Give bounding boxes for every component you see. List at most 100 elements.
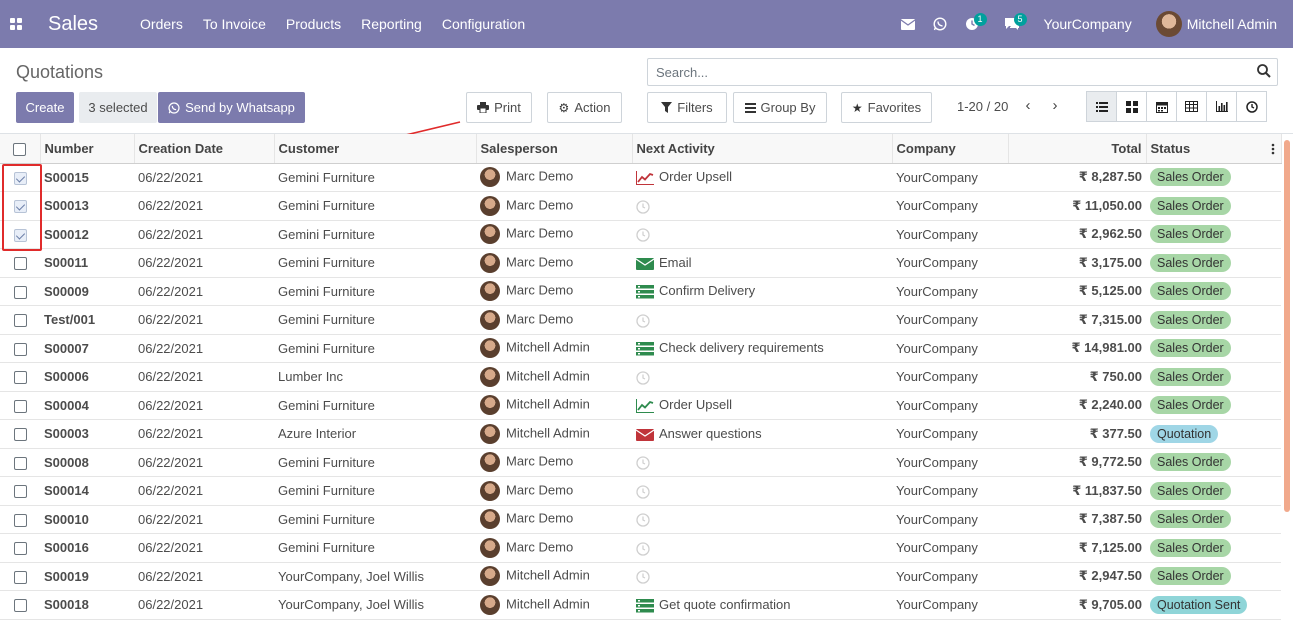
select-all-checkbox[interactable]	[13, 142, 27, 156]
clock-icon[interactable]	[636, 228, 650, 242]
row-checkbox[interactable]	[13, 399, 27, 413]
table-row[interactable]: S00013 06/22/2021 Gemini Furniture Marc Dem…	[0, 191, 1281, 221]
cell-next-activity[interactable]: Order Upsell	[632, 163, 892, 192]
cell-next-activity[interactable]	[632, 362, 892, 392]
table-row[interactable]: S00010 06/22/2021 Gemini Furniture Marc Dem…	[0, 505, 1281, 534]
menu-reporting[interactable]: Reporting	[361, 16, 422, 32]
table-row[interactable]: S00008 06/22/2021 Gemini Furniture Marc Dem…	[0, 448, 1281, 477]
scrollbar-thumb[interactable]	[1284, 140, 1290, 512]
row-select-cell[interactable]	[0, 191, 40, 221]
cell-next-activity[interactable]	[632, 305, 892, 335]
row-select-cell[interactable]	[0, 419, 40, 449]
activity-clock-icon[interactable]: 1	[956, 0, 988, 48]
col-number[interactable]: Number	[40, 134, 135, 164]
row-select-cell[interactable]	[0, 305, 40, 335]
action-button[interactable]: ⚙ Action	[547, 92, 622, 123]
col-company[interactable]: Company	[892, 134, 1009, 164]
company-switcher[interactable]: YourCompany	[1044, 16, 1132, 32]
row-checkbox[interactable]	[13, 456, 27, 470]
calendar-view-icon[interactable]	[1146, 91, 1177, 122]
cell-next-activity[interactable]	[632, 505, 892, 534]
clock-icon[interactable]	[636, 570, 650, 584]
row-select-cell[interactable]	[0, 533, 40, 563]
pager-previous-icon[interactable]: ‹	[1019, 95, 1037, 115]
menu-to-invoice[interactable]: To Invoice	[203, 16, 266, 32]
row-select-cell[interactable]	[0, 391, 40, 420]
row-select-cell[interactable]	[0, 448, 40, 477]
list-view-icon[interactable]	[1086, 91, 1117, 122]
table-row[interactable]: S00004 06/22/2021 Gemini Furniture Mitchell…	[0, 391, 1281, 420]
clock-icon[interactable]	[636, 456, 650, 470]
clock-icon[interactable]	[636, 513, 650, 527]
row-checkbox[interactable]	[13, 428, 27, 442]
row-checkbox[interactable]	[13, 342, 27, 356]
print-button[interactable]: Print	[466, 92, 532, 123]
clock-icon[interactable]	[636, 199, 650, 214]
row-checkbox[interactable]	[13, 542, 27, 556]
chat-icon[interactable]: 5	[996, 0, 1028, 48]
user-menu[interactable]: Mitchell Admin	[1155, 11, 1277, 37]
table-row[interactable]: S00014 06/22/2021 Gemini Furniture Marc Dem…	[0, 476, 1281, 506]
table-row[interactable]: S00007 06/22/2021 Gemini Furniture Mitchell…	[0, 334, 1281, 363]
row-select-cell[interactable]	[0, 505, 40, 534]
row-checkbox[interactable]	[13, 257, 27, 271]
table-row[interactable]: S00019 06/22/2021 YourCompany, Joel Willis…	[0, 562, 1281, 591]
menu-products[interactable]: Products	[286, 16, 341, 32]
groupby-button[interactable]: Group By	[733, 92, 827, 123]
row-select-cell[interactable]	[0, 248, 40, 278]
cell-next-activity[interactable]	[632, 220, 892, 249]
row-checkbox[interactable]	[13, 228, 27, 242]
cell-next-activity[interactable]: Confirm Delivery	[632, 277, 892, 306]
app-name[interactable]: Sales	[48, 13, 98, 36]
cell-next-activity[interactable]: Answer questions	[632, 419, 892, 449]
search-input[interactable]	[647, 58, 1278, 86]
row-select-cell[interactable]	[0, 277, 40, 306]
table-row[interactable]: S00018 06/22/2021 YourCompany, Joel Willis…	[0, 590, 1281, 620]
clock-icon[interactable]	[636, 541, 650, 556]
table-row[interactable]: S00015 06/22/2021 Gemini Furniture Marc Dem…	[0, 163, 1281, 192]
cell-next-activity[interactable]	[632, 476, 892, 506]
row-select-cell[interactable]	[0, 476, 40, 506]
pivot-view-icon[interactable]	[1176, 91, 1207, 122]
row-checkbox[interactable]	[13, 570, 27, 584]
pager-next-icon[interactable]: ›	[1046, 95, 1064, 115]
cell-next-activity[interactable]	[632, 448, 892, 477]
select-all-cell[interactable]	[0, 134, 41, 164]
send-whatsapp-button[interactable]: Send by Whatsapp	[158, 92, 305, 123]
menu-configuration[interactable]: Configuration	[442, 16, 525, 32]
search-icon[interactable]	[1256, 63, 1272, 79]
table-row[interactable]: S00003 06/22/2021 Azure Interior Mitchell A…	[0, 419, 1281, 449]
row-checkbox[interactable]	[13, 200, 27, 214]
table-row[interactable]: S00012 06/22/2021 Gemini Furniture Marc Dem…	[0, 220, 1281, 249]
activity-view-icon[interactable]	[1236, 91, 1267, 122]
row-checkbox[interactable]	[13, 599, 27, 613]
row-select-cell[interactable]	[0, 163, 40, 192]
col-creation-date[interactable]: Creation Date	[134, 134, 275, 164]
envelope-icon[interactable]	[892, 0, 924, 48]
cell-next-activity[interactable]: Order Upsell	[632, 391, 892, 420]
row-checkbox[interactable]	[13, 314, 27, 328]
row-select-cell[interactable]	[0, 220, 40, 249]
table-row[interactable]: S00016 06/22/2021 Gemini Furniture Marc Dem…	[0, 533, 1281, 563]
row-select-cell[interactable]	[0, 562, 40, 591]
create-button[interactable]: Create	[16, 92, 74, 123]
cell-next-activity[interactable]: Get quote confirmation	[632, 590, 892, 620]
scrollbar[interactable]	[1282, 134, 1293, 628]
menu-orders[interactable]: Orders	[140, 16, 183, 32]
cell-next-activity[interactable]: Email	[632, 248, 892, 278]
table-row[interactable]: S00009 06/22/2021 Gemini Furniture Marc Dem…	[0, 277, 1281, 306]
row-checkbox[interactable]	[13, 171, 27, 185]
col-next-activity[interactable]: Next Activity	[632, 134, 893, 164]
cell-next-activity[interactable]	[632, 533, 892, 563]
row-checkbox[interactable]	[13, 485, 27, 499]
whatsapp-icon[interactable]	[924, 0, 956, 48]
pager-value[interactable]: 1-20 / 20	[957, 99, 1008, 114]
row-select-cell[interactable]	[0, 334, 40, 363]
col-status[interactable]: Status	[1146, 134, 1282, 164]
col-salesperson[interactable]: Salesperson	[476, 134, 633, 164]
table-row[interactable]: S00011 06/22/2021 Gemini Furniture Marc Dem…	[0, 248, 1281, 278]
table-row[interactable]: S00006 06/22/2021 Lumber Inc Mitchell Admin…	[0, 362, 1281, 392]
graph-view-icon[interactable]	[1206, 91, 1237, 122]
apps-menu-icon[interactable]	[0, 0, 32, 48]
row-checkbox[interactable]	[13, 371, 27, 385]
